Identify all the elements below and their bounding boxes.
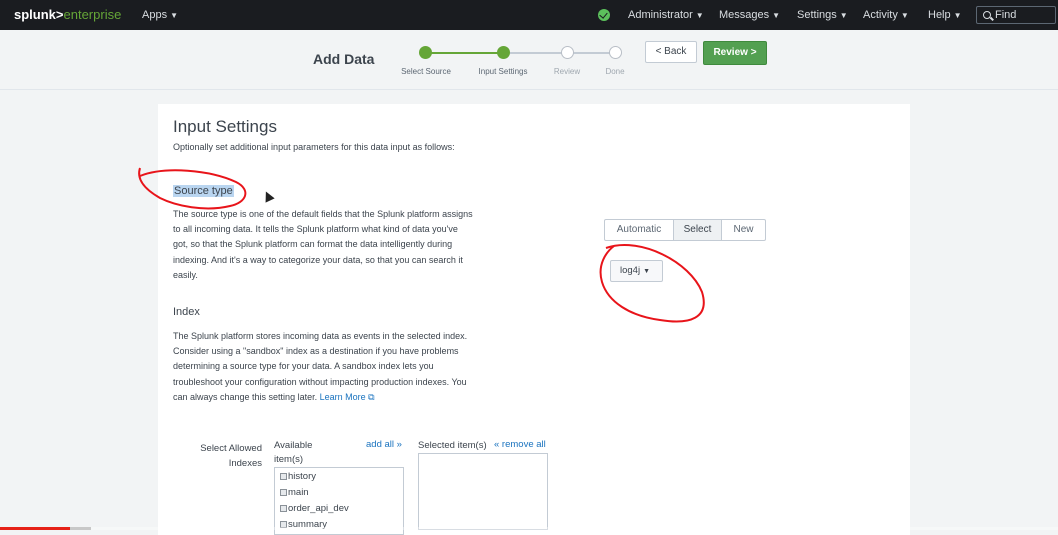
step-review-dot — [561, 46, 574, 59]
learn-more-label: Learn More — [319, 391, 366, 402]
chevron-down-icon: ▼ — [772, 11, 781, 20]
index-heading: Index — [173, 306, 200, 318]
step-select-source-dot — [419, 46, 432, 59]
source-type-heading: Source type — [173, 185, 234, 197]
step-done-label: Done — [605, 67, 625, 76]
find-input[interactable]: Find — [976, 6, 1056, 24]
chevron-down-icon: ▼ — [953, 11, 962, 20]
video-buffered-bar — [69, 527, 91, 530]
administrator-menu[interactable]: Administrator ▼ — [628, 9, 704, 21]
review-button[interactable]: Review > — [703, 41, 767, 65]
apps-menu-label: Apps — [142, 9, 168, 21]
logo-main: splunk> — [14, 7, 64, 22]
back-button[interactable]: < Back — [645, 41, 697, 63]
list-item-label: history — [288, 471, 316, 482]
source-type-dropdown[interactable]: log4j ▼ — [610, 260, 663, 282]
help-menu[interactable]: Help ▼ — [928, 9, 962, 21]
learn-more-link[interactable]: Learn More ⧉ — [320, 392, 375, 402]
logo-sub: enterprise — [63, 7, 122, 22]
settings-menu-label: Settings — [797, 9, 837, 21]
selected-items-list[interactable] — [418, 453, 548, 530]
external-link-icon: ⧉ — [368, 391, 375, 402]
chevron-down-icon: ▼ — [900, 11, 909, 20]
available-items-list[interactable]: history main order_api_dev summary — [274, 467, 404, 535]
search-icon — [983, 11, 991, 19]
mode-select-button[interactable]: Select — [674, 220, 722, 240]
page-title: Add Data — [313, 51, 375, 67]
add-data-wizard-header: Add Data Select Source Input Settings Re… — [0, 30, 1058, 90]
section-subheading: Optionally set additional input paramete… — [173, 142, 455, 152]
help-menu-label: Help — [928, 9, 951, 21]
select-allowed-indexes-label: Select Allowed Indexes — [200, 443, 262, 469]
step-connector — [430, 52, 502, 54]
add-all-link[interactable]: add all » — [366, 439, 402, 450]
list-item[interactable]: main — [280, 487, 309, 498]
index-description: The Splunk platform stores incoming data… — [173, 329, 473, 405]
step-input-settings-label: Input Settings — [478, 67, 528, 76]
activity-menu-label: Activity — [863, 9, 898, 21]
messages-menu[interactable]: Messages ▼ — [719, 9, 780, 21]
messages-menu-label: Messages — [719, 9, 770, 21]
available-items-header: Available item(s) — [274, 440, 313, 465]
apps-menu[interactable]: Apps ▼ — [142, 9, 178, 21]
list-item-label: main — [288, 487, 309, 498]
video-progress-bar[interactable] — [0, 527, 1058, 530]
step-connector — [510, 52, 564, 54]
input-settings-panel: Input Settings Optionally set additional… — [158, 104, 910, 535]
list-item[interactable]: order_api_dev — [280, 503, 349, 514]
chevron-down-icon: ▼ — [170, 11, 178, 20]
settings-menu[interactable]: Settings ▼ — [797, 9, 848, 21]
source-type-description: The source type is one of the default fi… — [173, 209, 473, 280]
source-type-selected-value: log4j — [620, 265, 641, 276]
step-connector — [572, 52, 614, 54]
index-icon — [280, 505, 287, 512]
activity-menu[interactable]: Activity ▼ — [863, 9, 909, 21]
mode-automatic-button[interactable]: Automatic — [605, 220, 674, 240]
administrator-menu-label: Administrator — [628, 9, 693, 21]
selected-items-header: Selected item(s) — [418, 440, 487, 451]
list-item[interactable]: history — [280, 471, 316, 482]
list-item-label: order_api_dev — [288, 503, 349, 514]
source-type-mode-toggle: Automatic Select New — [604, 219, 766, 241]
step-review-label: Review — [553, 67, 581, 76]
step-input-settings-dot — [497, 46, 510, 59]
top-nav-bar: splunk>enterprise Apps ▼ Administrator ▼ M… — [0, 0, 1058, 30]
find-placeholder: Find — [995, 9, 1017, 21]
mode-new-button[interactable]: New — [722, 220, 765, 240]
remove-all-link[interactable]: « remove all — [494, 439, 546, 450]
video-played-bar — [0, 527, 70, 530]
step-done-dot — [609, 46, 622, 59]
index-icon — [280, 489, 287, 496]
index-icon — [280, 473, 287, 480]
section-heading: Input Settings — [173, 117, 277, 136]
health-status-icon[interactable] — [598, 9, 610, 21]
chevron-down-icon: ▼ — [839, 11, 848, 20]
step-select-source-label: Select Source — [401, 67, 451, 76]
splunk-logo[interactable]: splunk>enterprise — [14, 7, 121, 22]
chevron-down-icon: ▼ — [643, 268, 651, 275]
chevron-down-icon: ▼ — [695, 11, 704, 20]
